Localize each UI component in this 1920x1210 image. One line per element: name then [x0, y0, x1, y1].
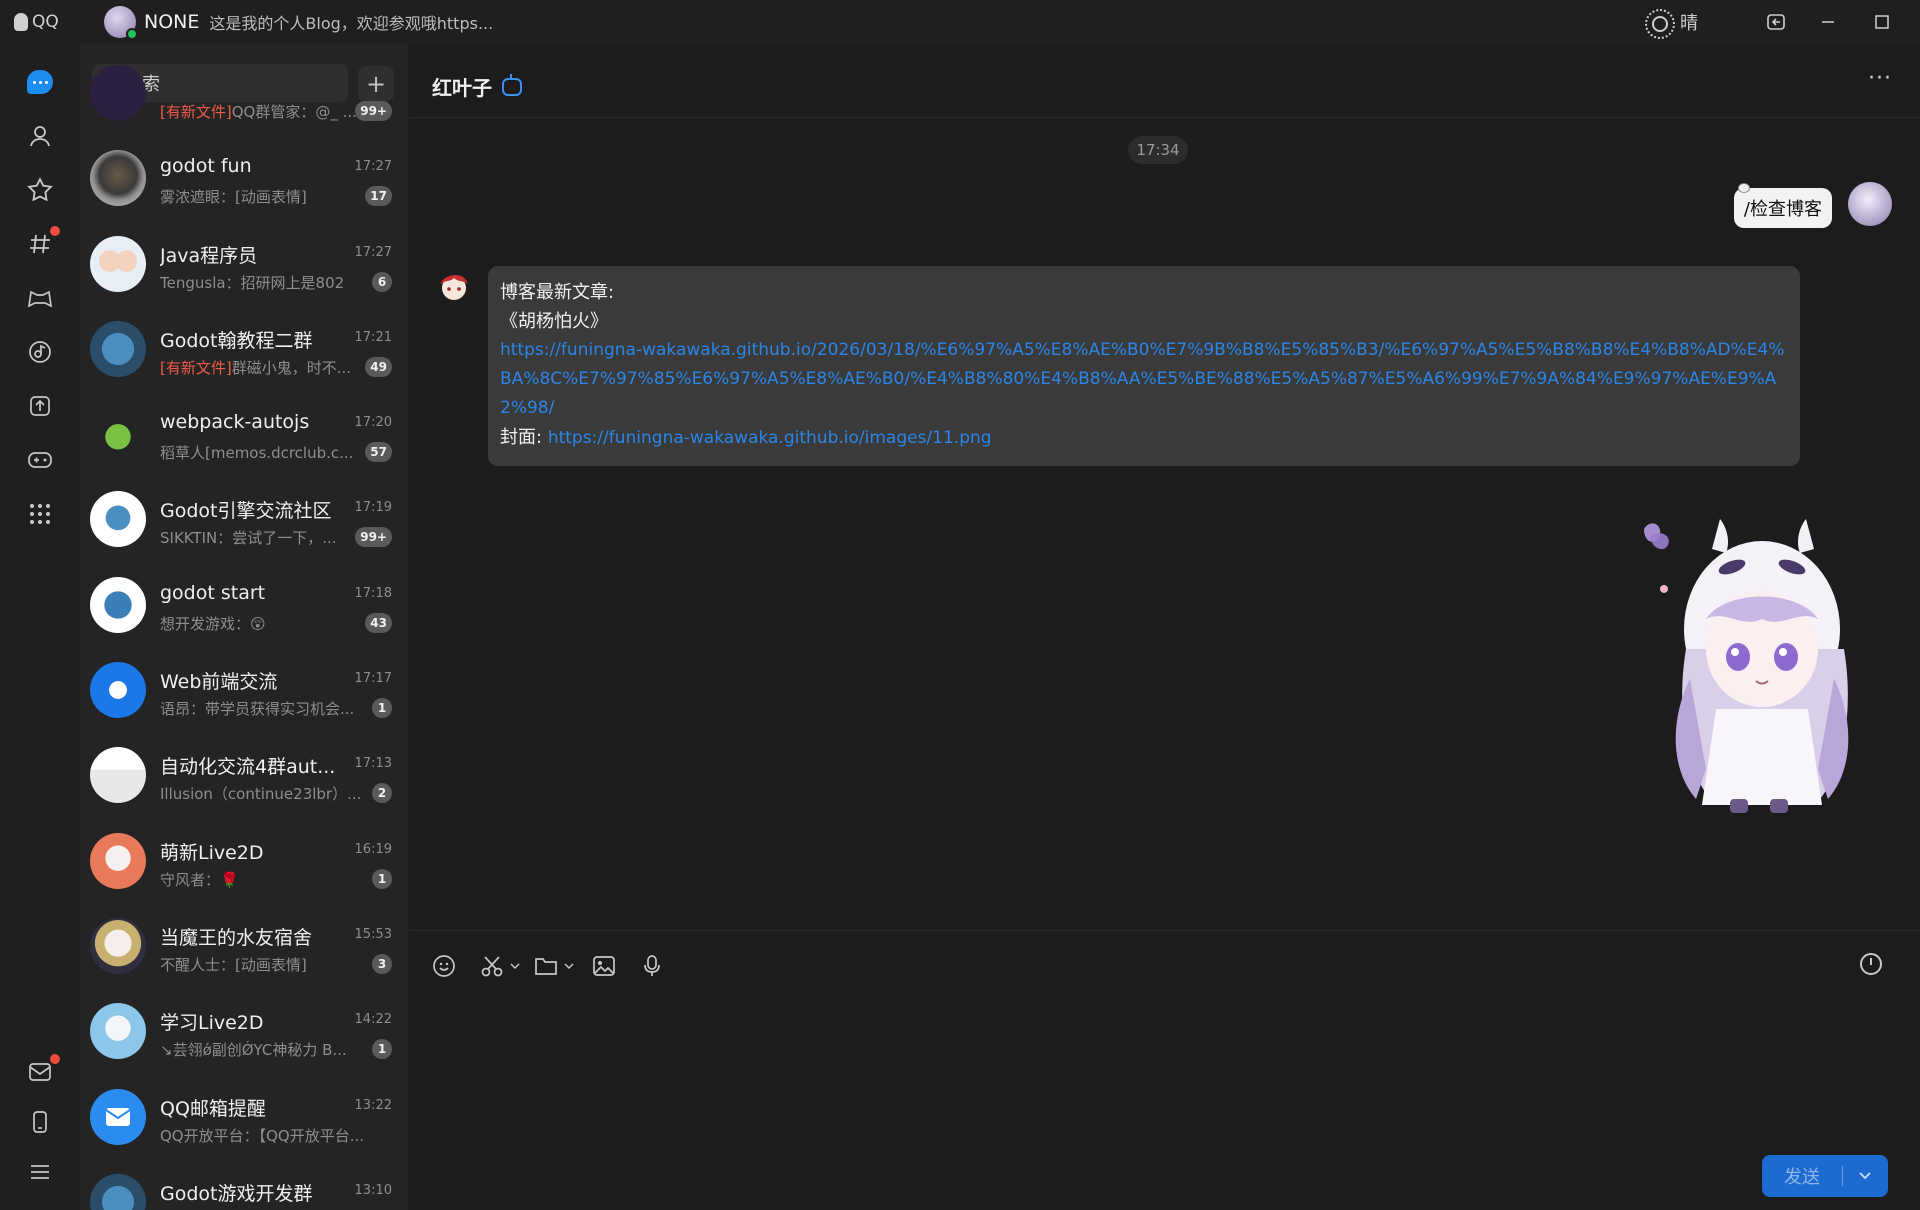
list-item[interactable]: 当魔王的水友宿舍 15:53 不醒人士：[动画表情] 3	[80, 905, 408, 990]
emoji-icon[interactable]	[432, 951, 456, 981]
unread-badge: 43	[365, 612, 392, 633]
screenshot-icon[interactable]	[480, 951, 520, 981]
chat-panel: 红叶子 ··· 17:34 /检查博客 博客最新文章: 《胡杨怕火》 https…	[410, 44, 1920, 1210]
music-icon[interactable]	[26, 338, 54, 366]
avatar	[90, 491, 146, 548]
list-item[interactable]: Java程序员 17:27 Tengusla：招研网上是802 6	[80, 223, 408, 308]
list-item[interactable]: 自动化交流4群aut... 17:13 Illusion（continue23l…	[80, 734, 408, 819]
unread-badge: 57	[365, 442, 392, 463]
favorites-icon[interactable]	[26, 176, 54, 204]
chat-title[interactable]: 红叶子	[432, 72, 522, 101]
article-link[interactable]: https://funingna-wakawaka.github.io/2026…	[500, 336, 1788, 423]
avatar[interactable]	[1848, 182, 1892, 226]
avatar	[90, 1173, 146, 1210]
mail-icon[interactable]	[26, 1054, 60, 1086]
bot-message-bubble[interactable]: 博客最新文章: 《胡杨怕火》 https://funingna-wakawaka…	[488, 266, 1800, 466]
qq-logo: QQ	[14, 12, 84, 32]
avatar	[90, 917, 146, 974]
list-item[interactable]: 萌新Live2D 16:19 守风者：🌹 1	[80, 820, 408, 905]
avatar	[90, 747, 146, 804]
list-item[interactable]: webpack-autojs 17:20 稻草人[memos.dcrclub.c…	[80, 393, 408, 478]
list-item[interactable]: 学习Live2D 14:22 ↘芸翎ǿ副创ǾYC神秘力 B... 1	[80, 990, 408, 1075]
qq-penguin-icon	[14, 13, 28, 31]
list-item[interactable]: Web前端交流 17:17 语昂：带学员获得实习机会... 1	[80, 649, 408, 734]
time-divider: 17:34	[1128, 136, 1188, 164]
unread-dot	[50, 1054, 60, 1064]
file-transfer-icon[interactable]	[26, 392, 54, 420]
avatar	[90, 832, 146, 889]
avatar[interactable]	[104, 6, 138, 40]
chevron-down-icon[interactable]	[1843, 1168, 1887, 1184]
avatar[interactable]	[434, 266, 474, 306]
history-clock-icon[interactable]	[1860, 953, 1882, 975]
gamepad-icon[interactable]	[26, 446, 54, 474]
unread-badge: 49	[365, 356, 392, 377]
unread-badge: 99+	[355, 101, 392, 121]
sticker-image[interactable]	[1620, 509, 1860, 829]
cover-link[interactable]: https://funingna-wakawaka.github.io/imag…	[548, 428, 992, 448]
menu-icon[interactable]	[26, 1158, 54, 1186]
games-center-icon[interactable]	[26, 284, 54, 312]
user-profile[interactable]: NONE 这是我的个人Blog，欢迎参观哦https...	[104, 6, 493, 40]
list-item[interactable]: Godot引擎交流社区 17:19 SIKKTIN：尝试了一下，... 99+	[80, 478, 408, 563]
unread-badge: 1	[372, 868, 392, 889]
chevron-down-icon[interactable]	[564, 962, 574, 970]
user-signature[interactable]: 这是我的个人Blog，欢迎参观哦https...	[209, 10, 493, 34]
image-icon[interactable]	[592, 951, 616, 981]
avatar	[90, 150, 146, 207]
chat-header: 红叶子 ···	[410, 44, 1920, 118]
user-name: NONE	[144, 11, 200, 33]
channels-icon[interactable]	[26, 226, 60, 258]
robot-icon	[502, 73, 522, 96]
maximize-icon[interactable]	[1864, 8, 1900, 36]
list-item[interactable]: Godot游戏开发群 13:10	[80, 1161, 408, 1210]
list-item[interactable]: QQ邮箱提醒 13:22 QQ开放平台：【QQ开放平台...	[80, 1076, 408, 1161]
avatar	[90, 576, 146, 633]
messages-icon[interactable]	[26, 68, 54, 96]
avatar	[90, 65, 146, 121]
folder-icon[interactable]	[534, 951, 574, 981]
send-button[interactable]: 发送	[1762, 1155, 1888, 1197]
minimize-icon[interactable]	[1810, 8, 1846, 36]
unread-dot	[50, 226, 60, 236]
apps-grid-icon[interactable]	[26, 500, 54, 528]
unread-badge: 17	[365, 186, 392, 207]
title-bar: QQ NONE 这是我的个人Blog，欢迎参观哦https... 晴	[0, 0, 1920, 44]
nav-rail	[0, 44, 80, 1210]
avatar	[90, 320, 146, 377]
list-item[interactable]: Godot翰教程二群 17:21 [有新文件]群磁小鬼，时不... 49	[80, 308, 408, 393]
composer: 发送	[410, 930, 1920, 1210]
list-item[interactable]: godot start 17:18 想开发游戏：😲 43	[80, 564, 408, 649]
phone-icon[interactable]	[26, 1108, 54, 1136]
list-item[interactable]: godot fun 17:27 雾浓遮眼：[动画表情] 17	[80, 137, 408, 222]
avatar	[90, 406, 146, 463]
list-item[interactable]: [有新文件]QQ群管家：@_ ... 99+	[80, 52, 408, 137]
unread-badge: 6	[372, 271, 392, 292]
avatar	[90, 235, 146, 292]
unread-badge: 1	[372, 1039, 392, 1060]
more-options-icon[interactable]: ···	[1868, 66, 1892, 91]
chevron-down-icon[interactable]	[510, 962, 520, 970]
unread-badge: 2	[372, 783, 392, 804]
weather-widget[interactable]: 晴	[1644, 8, 1698, 39]
avatar	[90, 662, 146, 719]
unread-badge: 1	[372, 698, 392, 719]
my-message-bubble[interactable]: /检查博客	[1733, 183, 1832, 228]
mail-icon	[105, 1107, 131, 1126]
pin-window-icon[interactable]	[1758, 8, 1794, 36]
online-status-icon	[126, 28, 138, 40]
avatar	[90, 1003, 146, 1060]
sun-icon	[1644, 8, 1675, 39]
unread-badge: 99+	[355, 527, 392, 548]
microphone-icon[interactable]	[642, 951, 662, 981]
avatar	[90, 1088, 146, 1145]
unread-badge: 3	[372, 953, 392, 974]
conversation-list: 搜索 + [有新文件]QQ群管家：@_ ... 99+ godot fun 17…	[80, 44, 408, 1210]
contacts-icon[interactable]	[26, 122, 54, 150]
